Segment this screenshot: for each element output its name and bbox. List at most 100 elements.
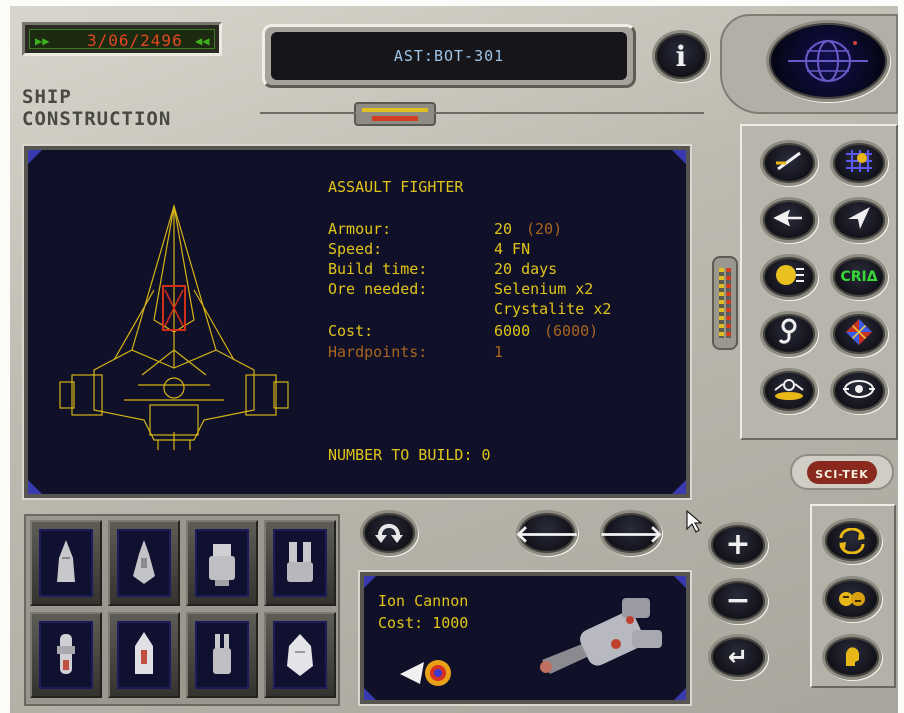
- hardpoints-label: Hardpoints:: [328, 343, 428, 361]
- starmap-icon: [842, 148, 876, 178]
- rotate-button[interactable]: [360, 510, 418, 556]
- ship-thumb-4[interactable]: [264, 520, 336, 606]
- location-text: AST:BOT-301: [393, 47, 505, 65]
- date-left-arrow-icon: ▶▶: [35, 34, 50, 48]
- ship-name: ASSAULT FIGHTER: [328, 178, 464, 196]
- side-indicator: [712, 256, 738, 350]
- center-connector: [354, 102, 436, 126]
- ship-launch-icon: [772, 149, 806, 177]
- ship-thumb-icon: [39, 621, 93, 689]
- ship-thumb-6[interactable]: [108, 612, 180, 698]
- info-button[interactable]: i: [652, 30, 710, 82]
- ship-launch-button[interactable]: [760, 140, 818, 186]
- screen-title-line2: CONSTRUCTION: [22, 108, 172, 130]
- ship-thumb-5[interactable]: [30, 612, 102, 698]
- ore-label: Ore needed:: [328, 280, 428, 298]
- previous-button[interactable]: 🡐: [515, 510, 579, 556]
- armour-max: (20): [526, 220, 563, 238]
- ion-cannon-model: [540, 598, 662, 674]
- rotate-icon: [375, 523, 403, 543]
- speed-label: Speed:: [328, 240, 383, 258]
- increase-button[interactable]: +: [708, 522, 768, 568]
- sci-tek-logo: SCI-TEK: [790, 454, 894, 490]
- cycle-icon: [839, 528, 865, 554]
- ship-thumb-icon: [195, 529, 249, 597]
- build-time-value: 20 days: [494, 260, 558, 278]
- armour-label: Armour:: [328, 220, 392, 238]
- research-button[interactable]: [760, 368, 818, 414]
- equipment-panel: Ion Cannon Cost: 1000: [358, 570, 692, 706]
- confirm-build-button[interactable]: ↵: [708, 634, 768, 680]
- ship-display-panel: ASSAULT FIGHTER Armour: 20 (20) Speed: 4…: [22, 144, 692, 500]
- number-to-build: NUMBER TO BUILD: 0: [328, 446, 491, 464]
- planet-icon: [772, 262, 806, 292]
- minus-icon: −: [725, 583, 751, 618]
- ship-thumb-icon: [117, 621, 171, 689]
- ship-thumb-icon: [273, 621, 327, 689]
- next-button[interactable]: 🡒: [598, 510, 664, 556]
- plus-icon: +: [725, 527, 751, 562]
- globe-icon: [788, 40, 868, 82]
- date-right-arrow-icon: ◀◀: [195, 34, 210, 48]
- enter-icon: ↵: [727, 643, 749, 671]
- date-display: ▶▶ 3/06/2496 ◀◀: [22, 22, 222, 56]
- mouse-cursor-icon: [686, 510, 702, 533]
- diamond-grid-icon: [844, 317, 874, 351]
- cycle-button[interactable]: [822, 518, 882, 564]
- ship-thumb-icon: [39, 529, 93, 597]
- info-icon: i: [675, 39, 687, 73]
- location-display: AST:BOT-301: [262, 24, 636, 88]
- galaxy-map-button[interactable]: [766, 20, 890, 102]
- ship-thumb-icon: [117, 529, 171, 597]
- cost-max: (6000): [544, 322, 599, 340]
- date-text: 3/06/2496: [87, 31, 183, 50]
- starmap-button[interactable]: [830, 140, 888, 186]
- ore-crystalite: Crystalite x2: [494, 300, 612, 318]
- sci-tek-text: SCI-TEK: [815, 467, 869, 481]
- ship-thumb-7[interactable]: [186, 612, 258, 698]
- number-to-build-label: NUMBER TO BUILD:: [328, 446, 473, 464]
- divider-line: [260, 112, 356, 114]
- navigate-button[interactable]: [830, 197, 888, 243]
- decrease-button[interactable]: −: [708, 578, 768, 624]
- divider-line: [434, 112, 704, 114]
- cria-icon: CRIΔ: [840, 269, 878, 285]
- cria-button[interactable]: CRIΔ: [830, 254, 888, 300]
- eye-icon: [841, 377, 877, 405]
- cost-value: 6000: [494, 322, 531, 340]
- number-to-build-value: 0: [481, 446, 491, 464]
- armour-value: 20: [494, 220, 513, 238]
- hardpoints-value: 1: [494, 343, 504, 361]
- diamond-grid-button[interactable]: [830, 311, 888, 357]
- navigate-icon: [844, 205, 874, 235]
- screen-title: SHIP CONSTRUCTION: [22, 86, 171, 130]
- ship-thumb-icon: [195, 621, 249, 689]
- hook-icon: [776, 318, 802, 350]
- ship-thumb-1[interactable]: [30, 520, 102, 606]
- advisor-button[interactable]: [822, 634, 882, 680]
- equipment-cost: Cost: 1000: [378, 614, 468, 632]
- ore-selenium: Selenium x2: [494, 280, 594, 298]
- build-time-label: Build time:: [328, 260, 428, 278]
- research-icon: [771, 376, 807, 406]
- planet-button[interactable]: [760, 254, 818, 300]
- exchange-button[interactable]: [822, 576, 882, 622]
- speed-value: 4 FN: [494, 240, 531, 258]
- ion-cannon-icon: [400, 660, 451, 686]
- screen-title-line1: SHIP: [22, 86, 72, 108]
- fleet-button[interactable]: [760, 197, 818, 243]
- cost-label: Cost:: [328, 322, 374, 340]
- equipment-cost-value: 1000: [432, 614, 469, 632]
- equipment-name: Ion Cannon: [378, 592, 469, 610]
- eye-button[interactable]: [830, 368, 888, 414]
- ship-thumb-icon: [273, 529, 327, 597]
- exchange-icon: [839, 592, 865, 606]
- fleet-icon: [772, 206, 806, 234]
- hook-button[interactable]: [760, 311, 818, 357]
- game-window: ▶▶ 3/06/2496 ◀◀ AST:BOT-301 i SHIP CONST…: [10, 6, 898, 713]
- ship-thumb-3[interactable]: [186, 520, 258, 606]
- advisor-face-icon: [845, 647, 859, 666]
- arrow-right-icon: 🡒: [598, 519, 664, 548]
- ship-thumb-2[interactable]: [108, 520, 180, 606]
- ship-thumb-8[interactable]: [264, 612, 336, 698]
